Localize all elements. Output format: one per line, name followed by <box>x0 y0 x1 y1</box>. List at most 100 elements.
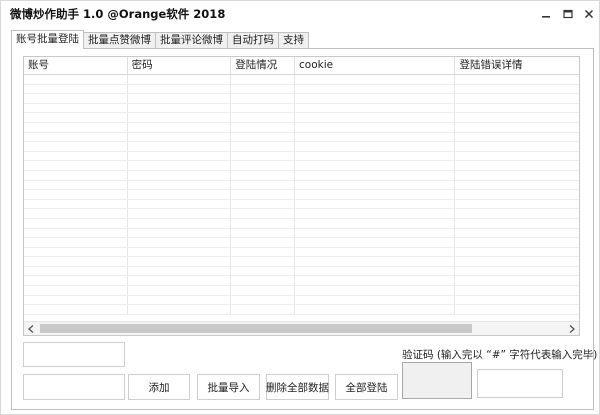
table-cell <box>231 257 296 266</box>
table-cell <box>231 218 296 228</box>
maximize-button[interactable] <box>559 5 577 23</box>
tab-auto-captcha[interactable]: 自动打码 <box>227 32 279 49</box>
table-cell <box>295 276 456 286</box>
table-cell <box>24 209 128 218</box>
table-cell <box>295 218 456 228</box>
table-cell <box>128 113 232 122</box>
table-cell <box>231 286 296 295</box>
table-cell <box>295 295 456 305</box>
table-cell <box>295 103 456 113</box>
chevron-left-icon[interactable] <box>24 322 38 335</box>
scrollbar-thumb[interactable] <box>40 324 472 333</box>
table-cell <box>231 75 296 84</box>
table-cell <box>295 305 456 314</box>
title-bar: 微博炒作助手 1.0 @Orange软件 2018 <box>1 1 599 27</box>
table-cell <box>24 295 128 305</box>
table-row <box>24 132 579 143</box>
table-row <box>24 286 579 296</box>
close-button[interactable] <box>580 5 598 23</box>
delete-all-button[interactable]: 删除全部数据 <box>266 374 329 400</box>
table-cell <box>128 295 232 305</box>
column-header-password[interactable]: 密码 <box>128 57 232 74</box>
close-icon <box>584 9 594 19</box>
horizontal-scrollbar[interactable] <box>24 321 579 335</box>
table-cell <box>231 94 296 103</box>
table-cell <box>295 209 456 218</box>
table-row <box>24 180 579 191</box>
table-cell <box>455 296 579 305</box>
tab-bar: 账号批量登陆 批量点赞微博 批量评论微博 自动打码 支持 <box>11 30 309 49</box>
table-cell <box>295 84 456 94</box>
table-cell <box>231 247 296 257</box>
table-cell <box>24 266 128 276</box>
table-row <box>24 199 579 210</box>
table-cell <box>295 247 456 257</box>
table-cell <box>231 151 296 161</box>
account-input[interactable] <box>23 342 125 367</box>
table-row <box>24 75 579 85</box>
table-cell <box>24 257 128 266</box>
table-cell <box>295 190 456 199</box>
batch-import-button[interactable]: 批量导入 <box>197 374 260 400</box>
account-table[interactable]: 账号 密码 登陆情况 cookie 登陆错误详情 <box>23 56 580 336</box>
table-cell <box>295 286 456 295</box>
table-cell <box>231 305 296 314</box>
login-all-button[interactable]: 全部登陆 <box>335 374 398 400</box>
table-cell <box>24 238 128 247</box>
table-cell <box>231 122 296 132</box>
table-cell <box>24 180 128 190</box>
table-cell <box>128 218 232 228</box>
table-row <box>24 94 579 104</box>
table-cell <box>295 113 456 122</box>
table-cell <box>24 305 128 314</box>
table-cell <box>231 170 296 180</box>
tab-batch-comment[interactable]: 批量评论微博 <box>155 32 228 49</box>
add-button[interactable]: 添加 <box>128 374 190 400</box>
table-header: 账号 密码 登陆情况 cookie 登陆错误详情 <box>24 57 579 75</box>
table-cell <box>128 84 232 94</box>
table-cell <box>295 228 456 238</box>
tab-batch-like[interactable]: 批量点赞微博 <box>83 32 156 49</box>
minimize-button[interactable] <box>537 5 555 23</box>
password-input[interactable] <box>23 374 125 400</box>
table-cell <box>24 103 128 113</box>
table-cell <box>455 142 579 151</box>
table-cell <box>455 190 579 199</box>
table-row <box>24 218 579 229</box>
table-cell <box>128 209 232 218</box>
table-cell <box>455 209 579 218</box>
chevron-right-icon[interactable] <box>565 322 579 335</box>
table-cell <box>128 266 232 276</box>
table-cell <box>455 200 579 209</box>
table-cell <box>295 180 456 190</box>
table-cell <box>231 132 296 142</box>
table-row <box>24 170 579 181</box>
column-header-login-error[interactable]: 登陆错误详情 <box>455 57 579 74</box>
table-cell <box>24 132 128 142</box>
table-body <box>24 75 579 320</box>
app-window: 微博炒作助手 1.0 @Orange软件 2018 账号批量登陆 批量点赞微博 … <box>0 0 600 415</box>
table-cell <box>455 257 579 266</box>
tab-support[interactable]: 支持 <box>278 32 309 49</box>
table-cell <box>455 276 579 285</box>
column-header-account[interactable]: 账号 <box>24 57 128 74</box>
table-cell <box>128 142 232 151</box>
table-cell <box>455 248 579 257</box>
table-cell <box>455 219 579 228</box>
tab-account-login[interactable]: 账号批量登陆 <box>11 30 84 49</box>
table-cell <box>231 276 296 286</box>
table-cell <box>231 180 296 190</box>
table-cell <box>128 122 232 132</box>
captcha-input[interactable] <box>477 369 563 398</box>
column-header-cookie[interactable]: cookie <box>295 57 456 74</box>
table-cell <box>455 171 579 180</box>
table-row <box>24 151 579 162</box>
table-cell <box>231 103 296 113</box>
captcha-label: 验证码 (输入完以 “#” 字符代表输入完毕) <box>402 349 598 361</box>
table-cell <box>24 142 128 151</box>
column-header-login-status[interactable]: 登陆情况 <box>231 57 296 74</box>
table-cell <box>128 151 232 161</box>
table-cell <box>231 199 296 209</box>
table-row <box>24 209 579 219</box>
table-cell <box>128 75 232 84</box>
